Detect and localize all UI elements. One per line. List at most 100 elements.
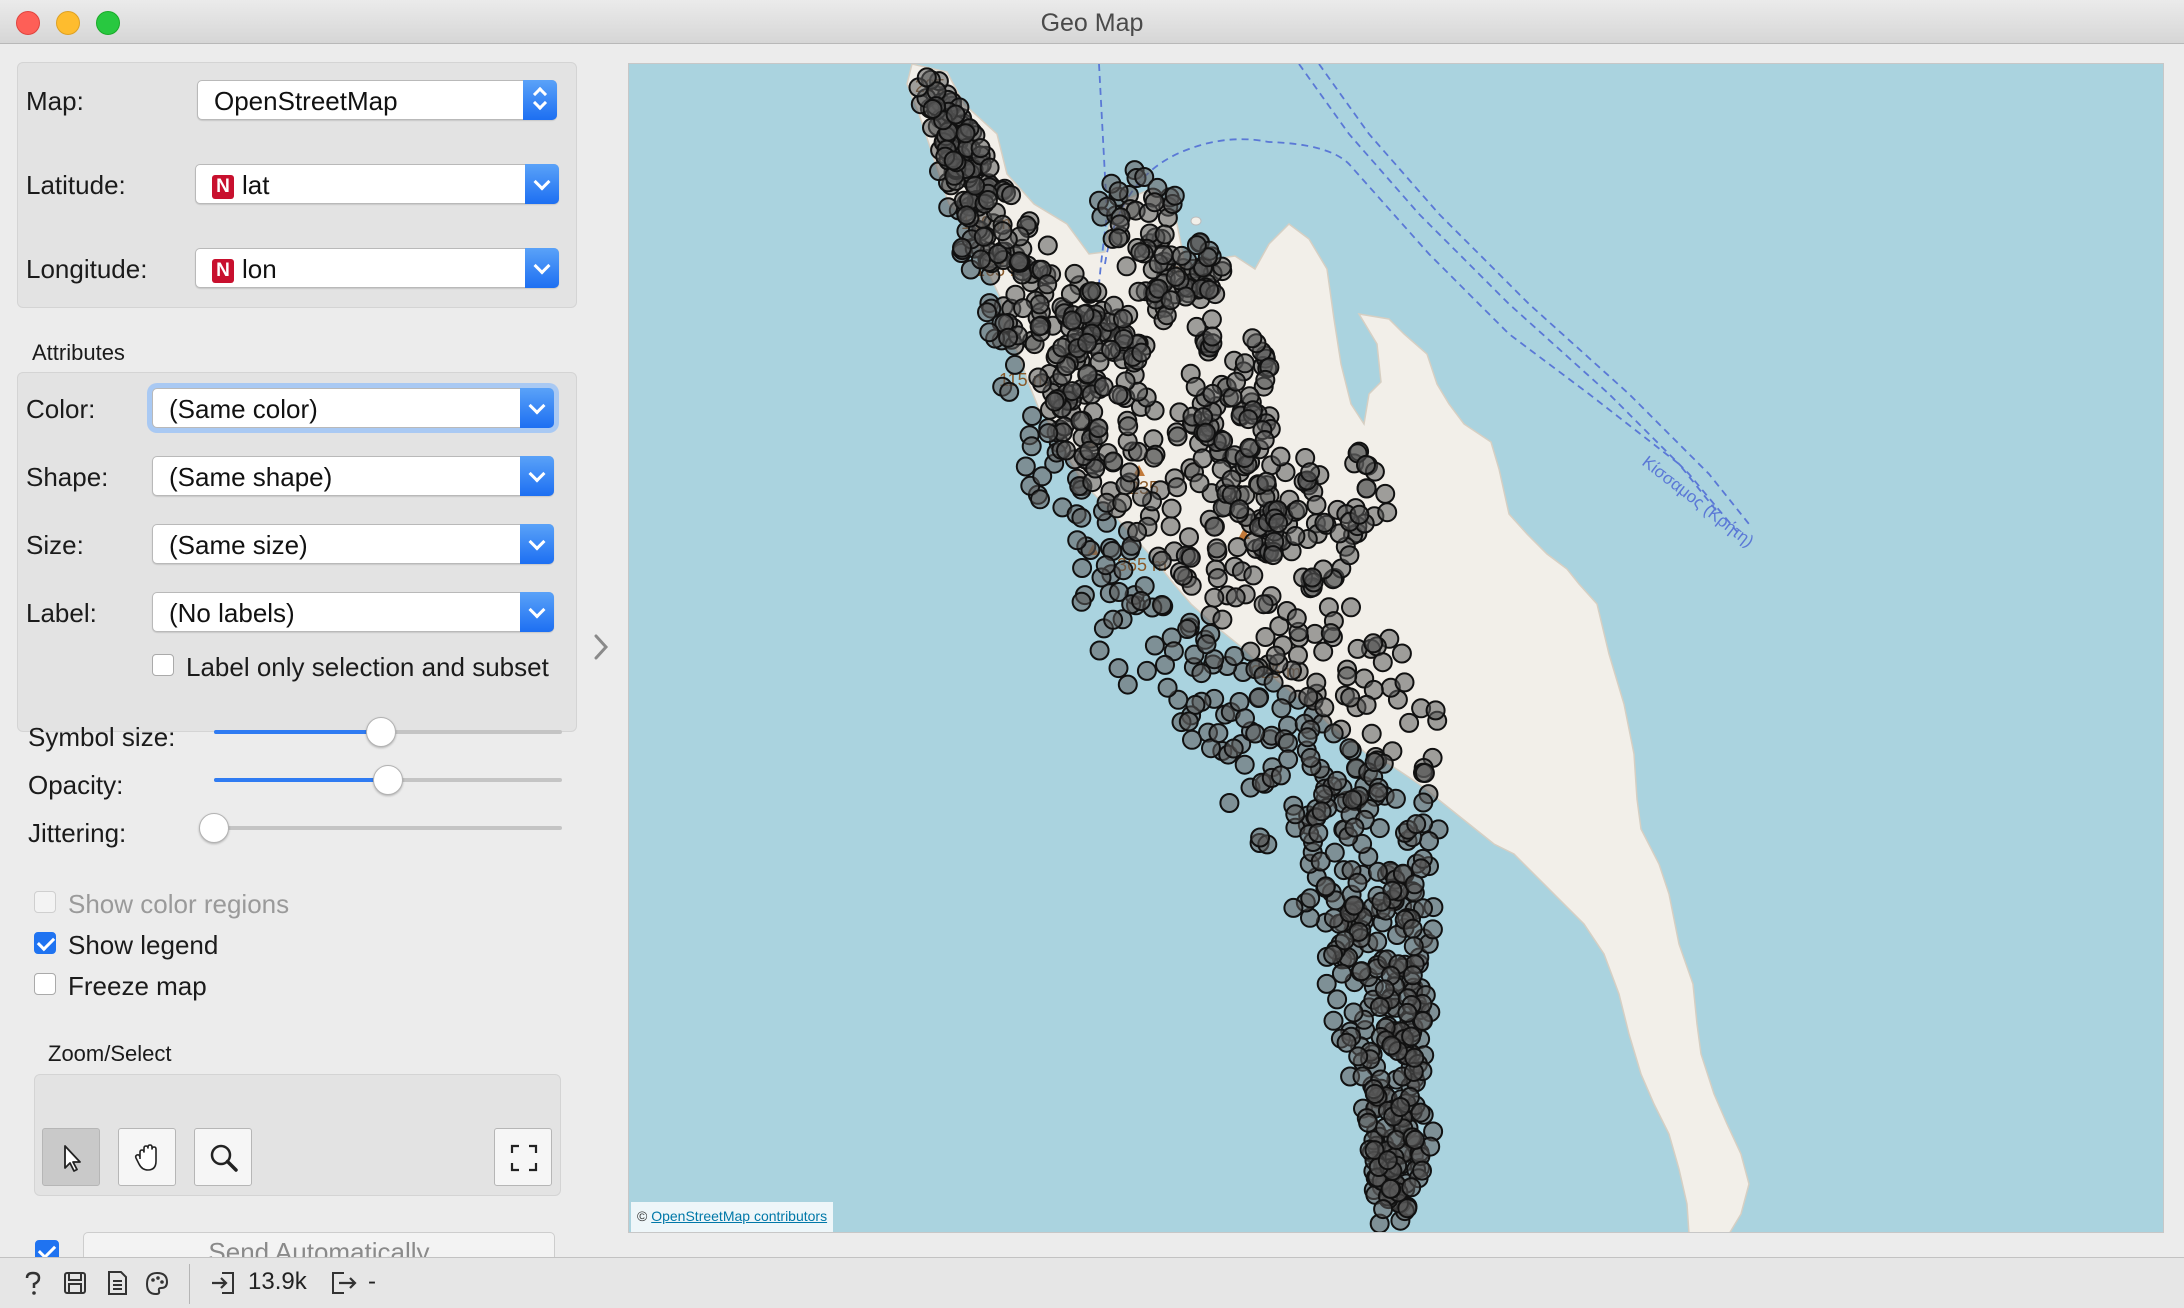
zoom-select-box: [34, 1074, 561, 1196]
chevron-down-icon: [520, 388, 554, 428]
data-point: [1250, 827, 1271, 848]
freeze-map-checkbox[interactable]: [34, 973, 56, 995]
show-legend-checkbox[interactable]: [34, 932, 56, 954]
slider-knob[interactable]: [373, 765, 403, 795]
data-point: [1300, 747, 1321, 768]
map-provider-select[interactable]: OpenStreetMap: [197, 80, 557, 120]
numeric-variable-icon: N: [212, 259, 234, 283]
data-point: [1108, 181, 1129, 202]
data-point: [1285, 804, 1306, 825]
data-point: [1380, 1178, 1401, 1199]
data-point: [1270, 446, 1291, 467]
symbol-size-slider[interactable]: [214, 717, 562, 747]
data-point: [1108, 384, 1129, 405]
window-title: Geo Map: [1040, 9, 1144, 37]
longitude-value: lon: [242, 254, 277, 284]
data-point: [1196, 634, 1217, 655]
data-point: [1315, 876, 1336, 897]
data-point: [1373, 1199, 1394, 1220]
show-color-regions-checkbox[interactable]: [34, 891, 56, 913]
label-only-selection-checkbox[interactable]: [152, 654, 174, 676]
data-point: [1005, 354, 1025, 375]
pointer-icon: [64, 1145, 81, 1172]
paint-icon[interactable]: [144, 1270, 170, 1296]
data-point: [1117, 674, 1138, 695]
data-point: [1245, 723, 1266, 744]
data-point: [1372, 652, 1393, 673]
zoom-button[interactable]: [194, 1128, 252, 1186]
data-point: [1202, 383, 1223, 404]
data-point: [988, 244, 1009, 264]
sea-route-label: Κίσσαμος (Κρήτη): [1639, 452, 1758, 551]
data-point: [1037, 274, 1058, 295]
data-point: [1358, 1112, 1379, 1133]
opacity-slider[interactable]: [214, 765, 562, 795]
data-point: [1390, 1097, 1411, 1117]
fit-to-view-button[interactable]: [494, 1128, 552, 1186]
jittering-slider[interactable]: [199, 813, 562, 843]
size-select[interactable]: (Same size): [152, 524, 554, 564]
data-point: [1394, 672, 1415, 693]
data-point: [1089, 640, 1110, 661]
data-point: [1278, 733, 1298, 753]
chevron-down-icon: [525, 164, 559, 204]
data-point: [1127, 521, 1148, 542]
data-point: [1060, 284, 1081, 304]
data-point: [952, 237, 972, 258]
data-point: [1095, 555, 1116, 576]
save-icon[interactable]: [62, 1270, 88, 1296]
latitude-select[interactable]: Nlat: [195, 164, 559, 204]
data-point: [977, 302, 997, 323]
data-point: [1154, 224, 1175, 245]
select-arrows-icon: [523, 80, 557, 120]
data-point: [1356, 694, 1377, 715]
data-point: [1113, 560, 1134, 581]
data-point: [1348, 1046, 1369, 1067]
data-point: [1225, 587, 1246, 608]
show-legend-text: Show legend: [68, 930, 219, 960]
data-point: [1206, 538, 1227, 559]
longitude-select[interactable]: Nlon: [195, 248, 559, 288]
data-point: [1363, 633, 1384, 654]
data-point: [1314, 697, 1335, 718]
shape-label: Shape:: [26, 462, 109, 492]
jittering-label: Jittering:: [28, 818, 127, 848]
data-point: [1131, 342, 1152, 363]
pan-button[interactable]: [118, 1128, 176, 1186]
pointer-select-button[interactable]: [42, 1128, 100, 1186]
label-select[interactable]: (No labels): [152, 592, 554, 632]
slider-knob[interactable]: [366, 717, 396, 747]
data-point: [1300, 888, 1321, 909]
data-point: [1157, 677, 1178, 698]
data-point: [1130, 242, 1151, 263]
map-view[interactable]: Κίσσαμος (Κρήτη) 205185180 m165 m115 m23…: [628, 63, 2164, 1233]
copyright-symbol: ©: [637, 1208, 648, 1224]
input-count: 13.9k: [248, 1268, 307, 1295]
data-point: [1344, 817, 1365, 838]
shape-select[interactable]: (Same shape): [152, 456, 554, 496]
data-point: [999, 381, 1020, 402]
data-point: [1402, 918, 1423, 939]
data-point: [1038, 423, 1059, 444]
color-select[interactable]: (Same color): [152, 388, 554, 428]
osm-contributors-link[interactable]: OpenStreetMap contributors: [651, 1208, 827, 1224]
output-icon: [332, 1272, 357, 1294]
chevron-right-icon[interactable]: [591, 633, 611, 661]
report-icon[interactable]: [104, 1270, 130, 1296]
help-icon[interactable]: [20, 1270, 46, 1296]
data-point: [1327, 989, 1348, 1010]
data-point: [1234, 754, 1255, 775]
data-point: [1327, 770, 1348, 791]
data-point: [1161, 498, 1182, 519]
data-point: [1401, 1177, 1422, 1198]
data-point: [1256, 471, 1277, 492]
hand-pan-icon: [134, 1144, 157, 1171]
attributes-section-title: Attributes: [32, 340, 125, 365]
data-point: [1160, 290, 1181, 311]
slider-knob[interactable]: [199, 813, 229, 843]
numeric-variable-icon: N: [212, 175, 234, 199]
data-point: [971, 249, 991, 270]
data-point: [1298, 686, 1319, 707]
data-point: [1308, 823, 1329, 843]
map-canvas[interactable]: Κίσσαμος (Κρήτη) 205185180 m165 m115 m23…: [629, 64, 2164, 1233]
